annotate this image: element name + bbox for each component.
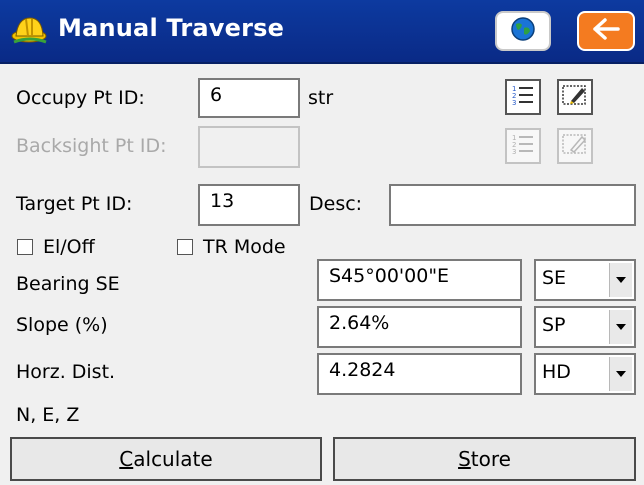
occupy-list-button[interactable]: 1 2 3	[505, 79, 541, 115]
bearing-mode-select[interactable]: SE	[534, 259, 636, 301]
store-mnemonic: S	[458, 447, 471, 471]
calculate-button[interactable]: Calculate	[10, 437, 322, 481]
backsight-list-button[interactable]: 1 2 3	[505, 128, 541, 164]
store-label: tore	[470, 447, 511, 471]
eloff-checkbox[interactable]	[17, 239, 33, 255]
slope-mode-value: SP	[542, 314, 566, 336]
target-pt-input[interactable]: 13	[198, 184, 300, 226]
horz-mode-select[interactable]: HD	[534, 353, 636, 395]
occupy-pt-input[interactable]: 6	[198, 78, 300, 118]
slope-input[interactable]: 2.64%	[317, 306, 522, 348]
svg-text:3: 3	[512, 99, 516, 107]
occupy-edit-button[interactable]	[557, 79, 593, 115]
edit-point-icon	[562, 133, 588, 159]
horz-dist-label: Horz. Dist.	[16, 361, 116, 383]
map-view-button[interactable]	[495, 11, 551, 51]
globe-icon	[510, 16, 536, 46]
backsight-pt-input[interactable]	[198, 126, 300, 168]
desc-label: Desc:	[309, 193, 363, 215]
bearing-label: Bearing SE	[16, 273, 120, 295]
eloff-label: El/Off	[43, 236, 95, 258]
chevron-down-icon	[609, 357, 632, 391]
window-title: Manual Traverse	[58, 14, 285, 42]
target-pt-label: Target Pt ID:	[16, 193, 133, 215]
desc-input[interactable]	[389, 184, 636, 226]
horz-mode-value: HD	[542, 361, 571, 383]
bearing-mode-value: SE	[542, 267, 567, 289]
horz-dist-input[interactable]: 4.2824	[317, 353, 522, 395]
hardhat-icon	[10, 12, 50, 52]
bearing-input[interactable]: S45°00'00"E	[317, 259, 522, 301]
occupy-desc-text: str	[308, 87, 334, 109]
numbered-list-icon: 1 2 3	[511, 83, 535, 111]
calculate-label: alculate	[133, 447, 213, 471]
backsight-pt-label: Backsight Pt ID:	[16, 135, 167, 157]
title-bar: Manual Traverse	[0, 0, 644, 64]
trmode-checkbox[interactable]	[177, 239, 193, 255]
edit-point-icon	[562, 84, 588, 110]
chevron-down-icon	[609, 263, 632, 297]
nez-label: N, E, Z	[16, 404, 80, 426]
slope-label: Slope (%)	[16, 314, 108, 336]
arrow-left-icon	[592, 18, 620, 44]
numbered-list-icon: 1 2 3	[511, 132, 535, 160]
calculate-mnemonic: C	[119, 447, 134, 471]
trmode-label: TR Mode	[203, 236, 286, 258]
slope-mode-select[interactable]: SP	[534, 306, 636, 348]
chevron-down-icon	[609, 310, 632, 344]
backsight-edit-button[interactable]	[557, 128, 593, 164]
store-button[interactable]: Store	[333, 437, 636, 481]
back-button[interactable]	[577, 11, 635, 51]
occupy-pt-label: Occupy Pt ID:	[16, 87, 145, 109]
svg-text:3: 3	[512, 148, 516, 156]
